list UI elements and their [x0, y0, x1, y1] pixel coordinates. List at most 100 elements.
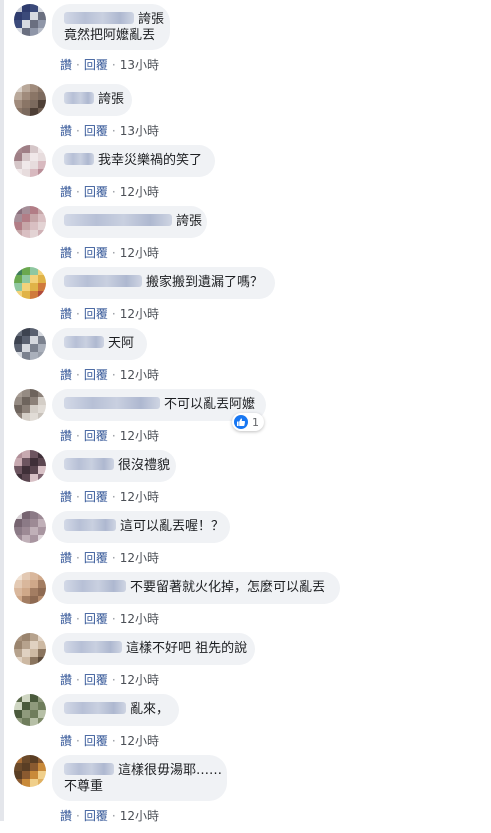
comment-text: 不可以亂丟阿嬤 [164, 397, 256, 412]
author-name-blurred[interactable] [64, 763, 114, 775]
reply-link[interactable]: 回覆 [84, 124, 108, 138]
author-name-blurred[interactable] [64, 519, 116, 531]
comment-actions: 讚 · 回覆 · 12小時 [60, 734, 159, 748]
reply-link[interactable]: 回覆 [84, 673, 108, 687]
comment-timestamp[interactable]: 12小時 [120, 551, 159, 565]
comment-bubble: 誇張 [52, 206, 207, 238]
avatar[interactable] [14, 694, 46, 726]
like-link[interactable]: 讚 [60, 124, 72, 138]
comment-first-line: 很沒禮貌 [64, 458, 170, 474]
comment-timestamp[interactable]: 12小時 [120, 307, 159, 321]
reply-link[interactable]: 回覆 [84, 185, 108, 199]
comment-first-line: 誇張 [64, 12, 164, 28]
reply-link[interactable]: 回覆 [84, 551, 108, 565]
like-link[interactable]: 讚 [60, 429, 72, 443]
author-name-blurred[interactable] [64, 92, 94, 104]
comment-actions: 讚 · 回覆 · 12小時 [60, 551, 159, 565]
avatar[interactable] [14, 4, 46, 36]
like-link[interactable]: 讚 [60, 673, 72, 687]
comment-actions: 讚 · 回覆 · 12小時 [60, 612, 159, 626]
reply-link[interactable]: 回覆 [84, 612, 108, 626]
author-name-blurred[interactable] [64, 214, 172, 226]
avatar[interactable] [14, 206, 46, 238]
reply-link[interactable]: 回覆 [84, 429, 108, 443]
author-name-blurred[interactable] [64, 12, 134, 24]
comment-timestamp[interactable]: 12小時 [120, 246, 159, 260]
comment-actions: 讚 · 回覆 · 12小時 [60, 368, 159, 382]
reaction-badge[interactable]: 1 [232, 413, 264, 431]
reply-link[interactable]: 回覆 [84, 307, 108, 321]
separator-dot: · [76, 734, 80, 748]
like-link[interactable]: 讚 [60, 612, 72, 626]
comment-item: 我幸災樂禍的笑了讚 · 回覆 · 12小時 [0, 145, 491, 209]
separator-dot: · [111, 551, 116, 565]
comment-item: 這樣不好吧 祖先的說讚 · 回覆 · 12小時 [0, 633, 491, 697]
avatar[interactable] [14, 572, 46, 604]
like-link[interactable]: 讚 [60, 246, 72, 260]
separator-dot: · [76, 490, 80, 504]
avatar[interactable] [14, 511, 46, 543]
avatar[interactable] [14, 450, 46, 482]
separator-dot: · [76, 368, 80, 382]
comment-first-line: 誇張 [64, 92, 124, 108]
comment-actions: 讚 · 回覆 · 13小時 [60, 124, 159, 138]
avatar[interactable] [14, 145, 46, 177]
comment-bubble: 不要留著就火化掉，怎麼可以亂丟 [52, 572, 340, 604]
comment-item: 亂來，讚 · 回覆 · 12小時 [0, 694, 491, 758]
comment-timestamp[interactable]: 12小時 [120, 612, 159, 626]
separator-dot: · [111, 429, 116, 443]
reply-link[interactable]: 回覆 [84, 58, 108, 72]
like-link[interactable]: 讚 [60, 185, 72, 199]
avatar[interactable] [14, 755, 46, 787]
comment-item: 很沒禮貌讚 · 回覆 · 12小時 [0, 450, 491, 514]
comment-timestamp[interactable]: 12小時 [120, 673, 159, 687]
reply-link[interactable]: 回覆 [84, 490, 108, 504]
avatar[interactable] [14, 633, 46, 665]
comment-first-line: 不要留著就火化掉，怎麼可以亂丟 [64, 580, 328, 596]
like-link[interactable]: 讚 [60, 551, 72, 565]
comment-timestamp[interactable]: 12小時 [120, 429, 159, 443]
author-name-blurred[interactable] [64, 702, 126, 714]
comment-text: 誇張 [138, 12, 165, 27]
author-name-blurred[interactable] [64, 580, 126, 592]
avatar[interactable] [14, 84, 46, 116]
like-link[interactable]: 讚 [60, 307, 72, 321]
comment-timestamp[interactable]: 12小時 [120, 368, 159, 382]
comment-timestamp[interactable]: 12小時 [120, 490, 159, 504]
separator-dot: · [111, 307, 116, 321]
comment-timestamp[interactable]: 13小時 [120, 58, 159, 72]
author-name-blurred[interactable] [64, 641, 122, 653]
reply-link[interactable]: 回覆 [84, 368, 108, 382]
comment-first-line: 這可以亂丟喔！？ [64, 519, 224, 535]
avatar[interactable] [14, 389, 46, 421]
author-name-blurred[interactable] [64, 275, 142, 287]
like-link[interactable]: 讚 [60, 368, 72, 382]
author-name-blurred[interactable] [64, 397, 160, 409]
comment-text-line: 不尊重 [64, 779, 215, 795]
author-name-blurred[interactable] [64, 458, 114, 470]
separator-dot: · [111, 124, 116, 138]
comment-bubble: 誇張 [52, 84, 132, 116]
reply-link[interactable]: 回覆 [84, 734, 108, 748]
comment-bubble: 這樣不好吧 祖先的說 [52, 633, 255, 665]
separator-dot: · [76, 673, 80, 687]
like-link[interactable]: 讚 [60, 58, 72, 72]
separator-dot: · [111, 490, 116, 504]
avatar[interactable] [14, 267, 46, 299]
like-link[interactable]: 讚 [60, 734, 72, 748]
comment-first-line: 不可以亂丟阿嬤 [64, 397, 256, 413]
comment-item: 誇張讚 · 回覆 · 13小時 [0, 84, 491, 148]
separator-dot: · [111, 246, 116, 260]
like-link[interactable]: 讚 [60, 490, 72, 504]
comment-timestamp[interactable]: 13小時 [120, 124, 159, 138]
author-name-blurred[interactable] [64, 153, 94, 165]
comment-timestamp[interactable]: 12小時 [120, 185, 159, 199]
avatar[interactable] [14, 328, 46, 360]
comment-timestamp[interactable]: 12小時 [120, 734, 159, 748]
separator-dot: · [76, 185, 80, 199]
comment-first-line: 我幸災樂禍的笑了 [64, 153, 203, 169]
comment-item: 這樣很毋湯耶…… 不尊重讚 · 回覆 · 12小時 [0, 755, 491, 833]
separator-dot: · [76, 429, 80, 443]
author-name-blurred[interactable] [64, 336, 104, 348]
reply-link[interactable]: 回覆 [84, 246, 108, 260]
